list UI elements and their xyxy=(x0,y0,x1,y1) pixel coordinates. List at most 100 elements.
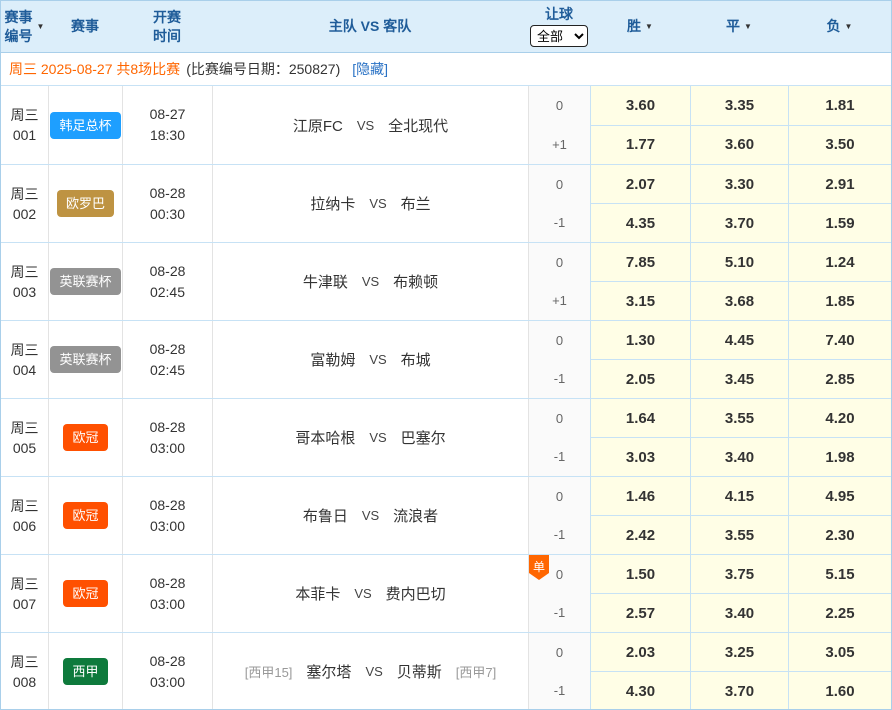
handicap-cell: 单 0 -1 xyxy=(528,555,590,632)
win-odds-column: 2.07 4.35 xyxy=(590,165,690,242)
win-odds-line1[interactable]: 1.50 xyxy=(591,555,690,593)
league-badge[interactable]: 英联赛杯 xyxy=(50,268,120,295)
draw-odds-line1[interactable]: 3.55 xyxy=(691,399,788,437)
win-odds-line2[interactable]: 1.77 xyxy=(591,125,690,165)
lose-odds-line2[interactable]: 2.85 xyxy=(789,359,891,398)
win-odds-line1[interactable]: 1.30 xyxy=(591,321,690,359)
lose-odds-line2[interactable]: 2.30 xyxy=(789,515,891,554)
win-odds-line2[interactable]: 2.05 xyxy=(591,359,690,398)
draw-odds-line2[interactable]: 3.60 xyxy=(691,125,788,165)
header-time-label-line1: 开赛 xyxy=(153,9,181,26)
league-badge[interactable]: 欧罗巴 xyxy=(57,190,114,217)
draw-odds-line2[interactable]: 3.40 xyxy=(691,437,788,476)
header-match-id-sort[interactable]: 赛事 编号 ▼ xyxy=(1,1,48,52)
win-odds-line1[interactable]: 7.85 xyxy=(591,243,690,281)
draw-odds-line1[interactable]: 3.75 xyxy=(691,555,788,593)
lose-odds-line2[interactable]: 3.50 xyxy=(789,125,891,165)
lose-odds-line1[interactable]: 7.40 xyxy=(789,321,891,359)
draw-odds-line1[interactable]: 5.10 xyxy=(691,243,788,281)
lose-odds-line1[interactable]: 1.24 xyxy=(789,243,891,281)
match-row: 周三 004 英联赛杯 08-28 02:45 富勒姆 VS 布城 0 -1 1… xyxy=(1,320,891,398)
draw-odds-line1[interactable]: 3.30 xyxy=(691,165,788,203)
league-badge[interactable]: 欧冠 xyxy=(63,580,107,607)
win-odds-line1[interactable]: 2.03 xyxy=(591,633,690,671)
match-number: 005 xyxy=(13,438,36,458)
header-draw-sort[interactable]: 平 ▼ xyxy=(690,1,788,52)
draw-odds-line2[interactable]: 3.55 xyxy=(691,515,788,554)
draw-odds-column: 3.30 3.70 xyxy=(690,165,788,242)
league-cell: 英联赛杯 xyxy=(48,243,122,320)
match-id-cell: 周三 001 xyxy=(1,86,48,164)
draw-odds-column: 4.15 3.55 xyxy=(690,477,788,554)
win-odds-line1[interactable]: 1.64 xyxy=(591,399,690,437)
lose-odds-line1[interactable]: 4.95 xyxy=(789,477,891,515)
win-odds-line2[interactable]: 2.42 xyxy=(591,515,690,554)
lose-odds-line2[interactable]: 2.25 xyxy=(789,593,891,632)
vs-label: VS xyxy=(362,508,379,523)
match-time: 02:45 xyxy=(150,282,185,303)
handicap-cell: 0 -1 xyxy=(528,477,590,554)
match-row: 周三 002 欧罗巴 08-28 00:30 拉纳卡 VS 布兰 0 -1 2.… xyxy=(1,164,891,242)
win-odds-line1[interactable]: 3.60 xyxy=(591,86,690,125)
league-badge[interactable]: 西甲 xyxy=(63,658,107,685)
away-team-name: 贝蒂斯 xyxy=(397,661,442,682)
teams-cell: 拉纳卡 VS 布兰 xyxy=(212,165,528,242)
match-id-cell: 周三 008 xyxy=(1,633,48,710)
draw-odds-line2[interactable]: 3.70 xyxy=(691,671,788,710)
league-badge[interactable]: 韩足总杯 xyxy=(50,112,120,139)
lose-odds-line1[interactable]: 1.81 xyxy=(789,86,891,125)
handicap-filter-select[interactable]: 全部 xyxy=(530,25,588,47)
lose-odds-line1[interactable]: 5.15 xyxy=(789,555,891,593)
win-odds-line2[interactable]: 3.15 xyxy=(591,281,690,320)
match-date: 08-28 xyxy=(150,651,186,672)
lose-odds-line2[interactable]: 1.60 xyxy=(789,671,891,710)
away-team-name: 巴塞尔 xyxy=(401,427,446,448)
match-date: 08-28 xyxy=(150,183,186,204)
match-date: 08-27 xyxy=(150,104,186,125)
match-id-cell: 周三 002 xyxy=(1,165,48,242)
hide-link[interactable]: [隐藏] xyxy=(352,59,388,79)
draw-odds-line1[interactable]: 3.25 xyxy=(691,633,788,671)
lose-odds-line2[interactable]: 1.98 xyxy=(789,437,891,476)
win-odds-line2[interactable]: 4.35 xyxy=(591,203,690,242)
teams-cell: 牛津联 VS 布赖顿 xyxy=(212,243,528,320)
draw-odds-line1[interactable]: 4.45 xyxy=(691,321,788,359)
teams-cell: [西甲15] 塞尔塔 VS 贝蒂斯 [西甲7] xyxy=(212,633,528,710)
match-weekday: 周三 xyxy=(11,496,39,516)
match-row: 周三 007 欧冠 08-28 03:00 本菲卡 VS 费内巴切 单 0 -1… xyxy=(1,554,891,632)
header-handicap-label: 让球 xyxy=(545,6,573,23)
draw-odds-line2[interactable]: 3.45 xyxy=(691,359,788,398)
draw-odds-line1[interactable]: 4.15 xyxy=(691,477,788,515)
win-odds-line2[interactable]: 2.57 xyxy=(591,593,690,632)
draw-odds-line2[interactable]: 3.70 xyxy=(691,203,788,242)
header-win-sort[interactable]: 胜 ▼ xyxy=(590,1,690,52)
vs-label: VS xyxy=(357,118,374,133)
league-badge[interactable]: 英联赛杯 xyxy=(50,346,120,373)
handicap-value-line1: 0 xyxy=(529,165,590,204)
win-odds-column: 2.03 4.30 xyxy=(590,633,690,710)
start-time-cell: 08-28 00:30 xyxy=(122,165,212,242)
win-odds-line2[interactable]: 3.03 xyxy=(591,437,690,476)
win-odds-line2[interactable]: 4.30 xyxy=(591,671,690,710)
lose-odds-line2[interactable]: 1.59 xyxy=(789,203,891,242)
match-row: 周三 005 欧冠 08-28 03:00 哥本哈根 VS 巴塞尔 0 -1 1… xyxy=(1,398,891,476)
league-cell: 英联赛杯 xyxy=(48,321,122,398)
match-id-cell: 周三 004 xyxy=(1,321,48,398)
league-badge[interactable]: 欧冠 xyxy=(63,502,107,529)
match-id-cell: 周三 006 xyxy=(1,477,48,554)
draw-odds-line2[interactable]: 3.40 xyxy=(691,593,788,632)
lose-odds-line1[interactable]: 3.05 xyxy=(789,633,891,671)
lose-odds-line1[interactable]: 2.91 xyxy=(789,165,891,203)
teams-cell: 哥本哈根 VS 巴塞尔 xyxy=(212,399,528,476)
win-odds-line1[interactable]: 2.07 xyxy=(591,165,690,203)
home-team-name: 本菲卡 xyxy=(295,583,340,604)
match-time: 02:45 xyxy=(150,360,185,381)
header-lose-sort[interactable]: 负 ▼ xyxy=(788,1,891,52)
draw-odds-line2[interactable]: 3.68 xyxy=(691,281,788,320)
win-odds-line1[interactable]: 1.46 xyxy=(591,477,690,515)
lose-odds-line2[interactable]: 1.85 xyxy=(789,281,891,320)
draw-odds-line1[interactable]: 3.35 xyxy=(691,86,788,125)
header-start-time: 开赛 时间 xyxy=(122,1,212,52)
league-badge[interactable]: 欧冠 xyxy=(63,424,107,451)
lose-odds-line1[interactable]: 4.20 xyxy=(789,399,891,437)
